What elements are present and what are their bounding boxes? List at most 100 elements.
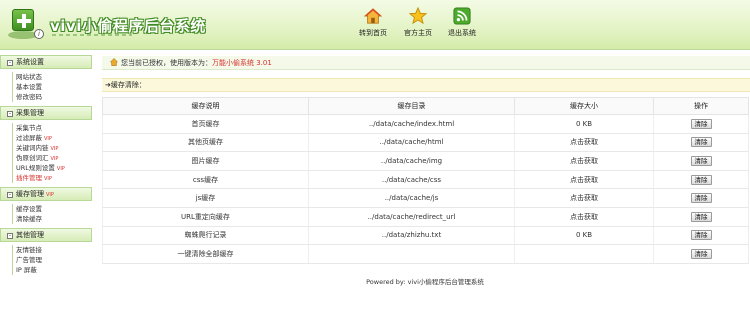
sidebar-item-clear-cache[interactable]: 清除缓存 — [13, 214, 90, 224]
vip-badge: VIP — [50, 146, 59, 152]
table-row: 首页缓存 ../data/cache/index.html 0 KB 清除 — [102, 114, 749, 134]
sidebar-section-system: – 系统设置 网站状态 基本设置 修改密码 — [0, 55, 98, 102]
clear-button[interactable]: 清除 — [690, 155, 712, 166]
version-link[interactable]: 万能小偷系统 3.01 — [212, 59, 272, 67]
cache-size: 0 KB — [514, 226, 654, 246]
table-header-row: 缓存说明 缓存目录 缓存大小 操作 — [102, 97, 749, 115]
sidebar-item-friend-links[interactable]: 友情链接 — [13, 245, 90, 255]
cache-name: js缓存 — [102, 188, 309, 208]
header: i vivi小偷程序后台系统 转到首页 官方主页 退出系统 — [0, 0, 750, 50]
clear-button[interactable]: 清除 — [690, 193, 712, 204]
column-header-description: 缓存说明 — [102, 97, 309, 115]
cache-table: 缓存说明 缓存目录 缓存大小 操作 首页缓存 ../data/cache/ind… — [102, 97, 749, 264]
logo: i — [6, 7, 44, 43]
vip-badge: VIP — [50, 156, 59, 162]
sidebar-item-basic-settings[interactable]: 基本设置 — [13, 82, 90, 92]
collapse-icon[interactable]: – — [7, 111, 13, 117]
cache-directory — [308, 244, 515, 264]
get-size-link[interactable]: 点击获取 — [514, 170, 654, 190]
sidebar-section-collection: – 采集管理 采集节点 过滤屏蔽 VIP 关键词内链 VIP 伪原创词汇 VIP URL… — [0, 106, 98, 183]
sidebar-section-title: 其他管理 — [16, 231, 44, 239]
sidebar-list: 网站状态 基本设置 修改密码 — [12, 72, 90, 102]
app-title: vivi小偷程序后台系统 — [50, 17, 206, 35]
action-cell: 清除 — [653, 151, 749, 171]
clear-button[interactable]: 清除 — [690, 211, 712, 222]
get-size-link[interactable]: 点击获取 — [514, 151, 654, 171]
cache-size — [514, 244, 654, 264]
sidebar-section-cache: – 缓存管理 VIP 缓存设置 清除缓存 — [0, 187, 98, 224]
collapse-icon[interactable]: – — [7, 233, 13, 239]
sidebar-item-site-status[interactable]: 网站状态 — [13, 72, 90, 82]
get-size-link[interactable]: 点击获取 — [514, 207, 654, 227]
clear-button[interactable]: 清除 — [690, 118, 712, 129]
sidebar-section-title: 缓存管理 — [16, 190, 44, 198]
sidebar-item-url-rules[interactable]: URL规则设置 VIP — [13, 163, 90, 173]
sidebar-section-header[interactable]: – 系统设置 — [0, 55, 92, 69]
breadcrumb-text: 您当前已授权，使用版本为： — [121, 59, 212, 67]
action-cell: 清除 — [653, 244, 749, 264]
vip-badge: VIP — [44, 136, 52, 142]
sidebar-item-ads[interactable]: 广告管理 — [13, 255, 90, 265]
sidebar-item-ip-block[interactable]: IP 屏蔽 — [13, 265, 90, 275]
sidebar-section-header[interactable]: – 采集管理 — [0, 106, 92, 120]
table-row: css缓存 ../data/cache/css 点击获取 清除 — [102, 170, 749, 190]
clear-button[interactable]: 清除 — [690, 137, 712, 148]
sidebar-section-other: – 其他管理 友情链接 广告管理 IP 屏蔽 — [0, 228, 98, 275]
section-title: 缓存清除： — [110, 81, 146, 89]
clear-all-button[interactable]: 清除 — [690, 248, 712, 259]
sidebar-item-label: 插件管理 — [16, 174, 42, 182]
table-row: URL重定向缓存 ../data/cache/redirect_url 点击获取… — [102, 207, 749, 227]
home-icon — [364, 8, 382, 24]
cache-directory: ../data/cache/html — [308, 133, 515, 153]
collapse-icon[interactable]: – — [7, 192, 13, 198]
sidebar-item-collect-nodes[interactable]: 采集节点 — [13, 123, 90, 133]
cache-directory: ../data/zhizhu.txt — [308, 226, 515, 246]
sidebar-item-label: 采集节点 — [16, 124, 42, 132]
sidebar-section-header[interactable]: – 缓存管理 VIP — [0, 187, 92, 201]
sidebar-section-title: 系统设置 — [16, 58, 44, 66]
action-cell: 清除 — [653, 226, 749, 246]
cache-directory: ../data/cache/redirect_url — [308, 207, 515, 227]
sidebar-item-label: URL规则设置 — [16, 164, 55, 172]
sidebar-item-keyword-links[interactable]: 关键词内链 VIP — [13, 143, 90, 153]
column-header-size: 缓存大小 — [514, 97, 654, 115]
cache-name: 其他页缓存 — [102, 133, 309, 153]
cache-directory: ../data/cache/img — [308, 151, 515, 171]
nav-official-site-link[interactable]: 官方主页 — [400, 7, 436, 38]
vip-badge: VIP — [44, 176, 52, 182]
cache-name: 蜘蛛爬行记录 — [102, 226, 309, 246]
sidebar-item-cache-settings[interactable]: 缓存设置 — [13, 204, 90, 214]
cache-directory: ../data/cache/index.html — [308, 114, 515, 134]
column-header-directory: 缓存目录 — [308, 97, 515, 115]
sidebar-section-title: 采集管理 — [16, 109, 44, 117]
cache-name: URL重定向缓存 — [102, 207, 309, 227]
clear-button[interactable]: 清除 — [690, 174, 712, 185]
table-row: 蜘蛛爬行记录 ../data/zhizhu.txt 0 KB 清除 — [102, 226, 749, 246]
collapse-icon[interactable]: – — [7, 60, 13, 66]
nav-logout-label: 退出系统 — [448, 29, 476, 37]
cache-name: css缓存 — [102, 170, 309, 190]
nav-logout-link[interactable]: 退出系统 — [444, 7, 480, 38]
nav-home-label: 转到首页 — [359, 29, 387, 37]
sidebar-item-filter-block[interactable]: 过滤屏蔽 VIP — [13, 133, 90, 143]
nav-official-site-label: 官方主页 — [404, 29, 432, 37]
sidebar-item-change-password[interactable]: 修改密码 — [13, 92, 90, 102]
cache-directory: ../data/cache/css — [308, 170, 515, 190]
header-divider — [0, 49, 750, 50]
action-cell: 清除 — [653, 207, 749, 227]
table-row: js缓存 ../data/cache/js 点击获取 清除 — [102, 188, 749, 208]
get-size-link[interactable]: 点击获取 — [514, 188, 654, 208]
rss-icon — [453, 7, 471, 25]
info-icon: i — [34, 29, 44, 39]
clear-button[interactable]: 清除 — [690, 230, 712, 241]
sidebar-item-pseudo-original[interactable]: 伪原创词汇 VIP — [13, 153, 90, 163]
get-size-link[interactable]: 点击获取 — [514, 133, 654, 153]
sidebar-section-header[interactable]: – 其他管理 — [0, 228, 92, 242]
breadcrumb: 您当前已授权，使用版本为：万能小偷系统 3.01 — [102, 56, 750, 70]
table-row: 其他页缓存 ../data/cache/html 点击获取 清除 — [102, 133, 749, 153]
nav-home-link[interactable]: 转到首页 — [355, 7, 391, 38]
section-header: ➔缓存清除： — [102, 78, 750, 92]
sidebar-item-plugin-management[interactable]: 插件管理 VIP — [13, 173, 90, 183]
column-header-action: 操作 — [653, 97, 749, 115]
action-cell: 清除 — [653, 188, 749, 208]
